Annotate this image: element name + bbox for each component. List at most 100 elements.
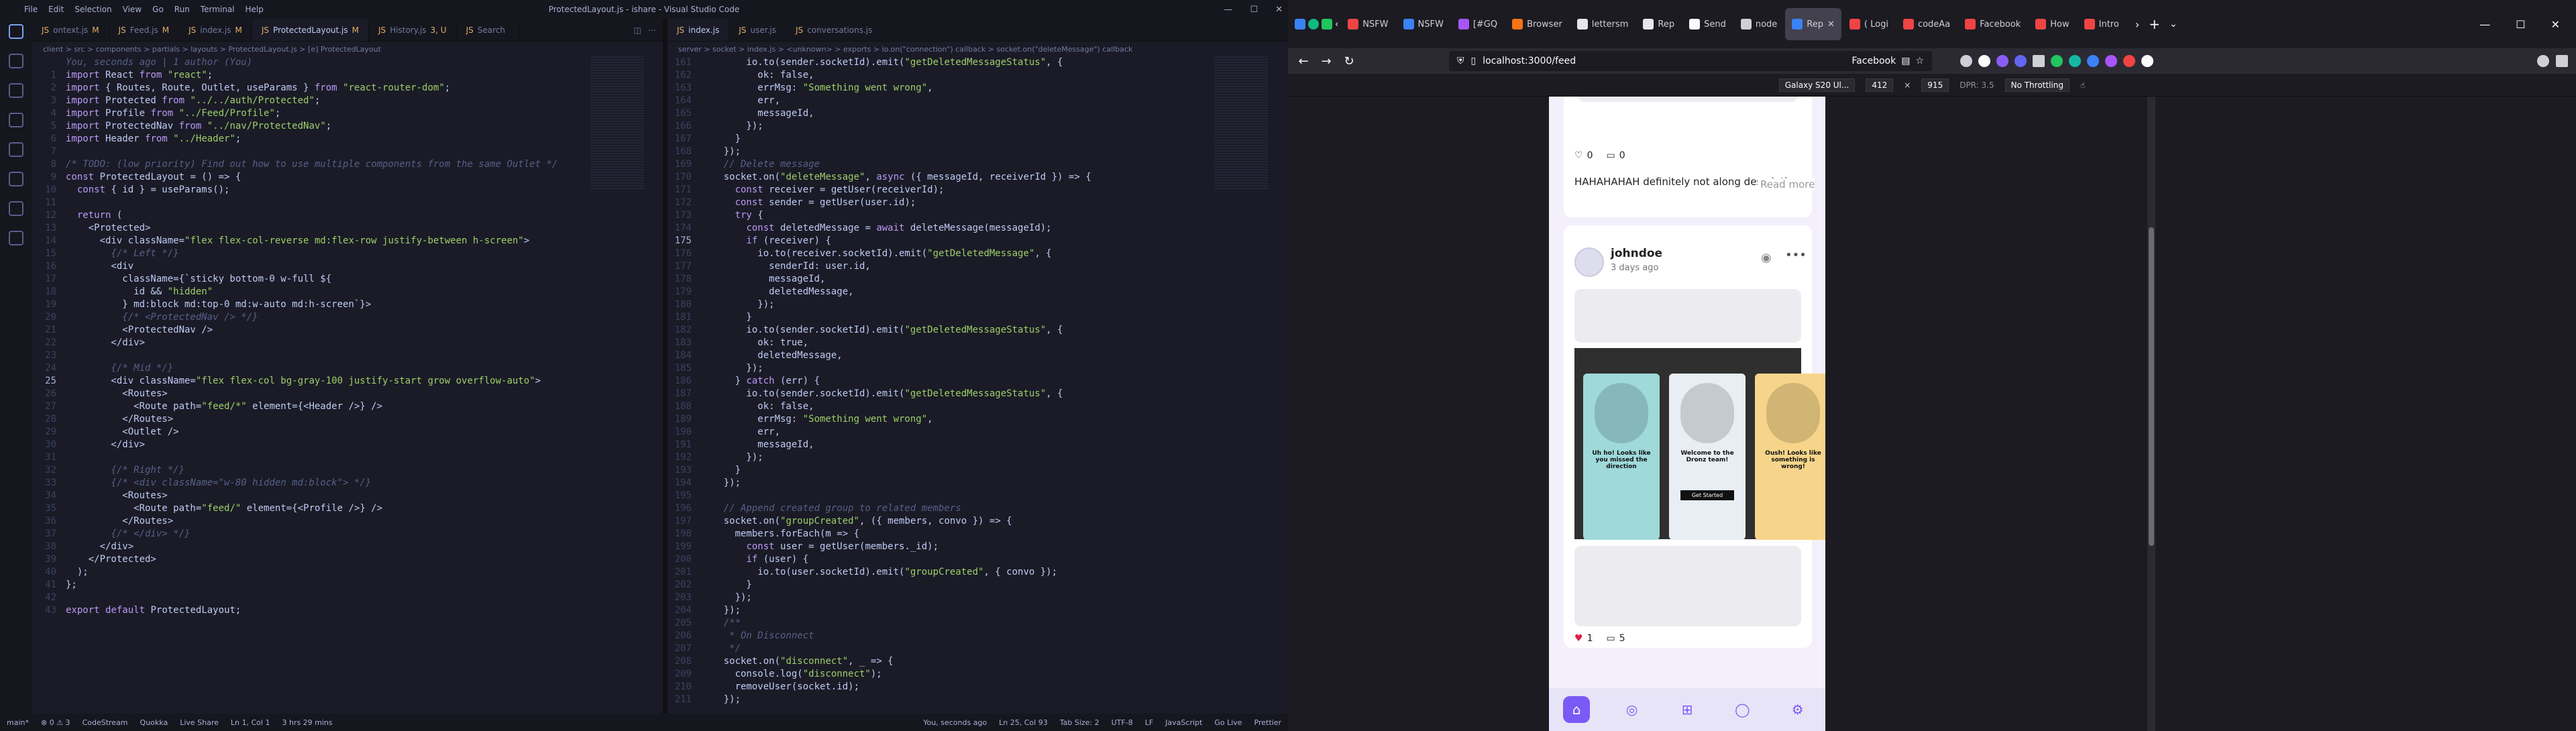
code-line[interactable]: 182 io.to(sender.socketId).emit("getDele… <box>667 324 1288 337</box>
menu-item-edit[interactable]: Edit <box>48 5 64 14</box>
tab-close-icon[interactable]: ✕ <box>1827 19 1835 30</box>
browser-tab[interactable]: [#GQ <box>1452 8 1504 40</box>
status-item[interactable]: Go Live <box>1214 718 1242 727</box>
code-line[interactable]: 197 socket.on("groupCreated", ({ members… <box>667 515 1288 528</box>
code-line[interactable]: 202 } <box>667 579 1288 592</box>
url-bar[interactable]: ⛨ ▯ localhost:3000/feed Facebook ▤ ☆ <box>1449 51 1932 71</box>
code-line[interactable]: 27 <Route path="feed/*" element={<Header… <box>32 400 663 413</box>
comment-button[interactable]: ▭ 5 <box>1606 633 1625 644</box>
split-editor-icon[interactable]: ◫ <box>634 25 641 35</box>
code-line[interactable]: 11 <box>32 196 663 209</box>
status-item[interactable]: ⊗ 0 ⚠ 3 <box>41 718 70 727</box>
close-icon[interactable]: ✕ <box>2551 18 2560 31</box>
device-scrollbar-thumb[interactable] <box>2149 227 2154 546</box>
code-line[interactable]: 184 deletedMessage, <box>667 349 1288 362</box>
extensions-icon[interactable] <box>9 142 23 157</box>
app-menu-icon[interactable] <box>2556 55 2568 67</box>
code-line[interactable]: 34 <Routes> <box>32 490 663 502</box>
browser-tab[interactable]: NSFW <box>1341 8 1395 40</box>
browser-tab[interactable]: NSFW <box>1397 8 1450 40</box>
status-item[interactable]: Ln 1, Col 1 <box>231 718 270 727</box>
status-item[interactable]: UTF-8 <box>1112 718 1133 727</box>
code-line[interactable]: 18 id && "hidden" <box>32 286 663 298</box>
shield-icon[interactable]: ⛨ <box>1457 56 1464 66</box>
home-icon[interactable]: ⌂ <box>1563 696 1591 723</box>
code-line[interactable]: 205 /** <box>667 617 1288 630</box>
browser-tab[interactable]: How <box>2029 8 2076 40</box>
grid-ext-icon[interactable] <box>2033 55 2045 67</box>
status-item[interactable]: LF <box>1145 718 1153 727</box>
new-tab-icon[interactable]: + <box>2149 16 2160 32</box>
browser-tab[interactable]: ( Logi <box>1843 8 1895 40</box>
status-item[interactable]: Quokka <box>140 718 168 727</box>
code-line[interactable]: 189 errMsg: "Something went wrong", <box>667 413 1288 426</box>
more-options-icon[interactable]: ••• <box>1785 248 1807 262</box>
theme-icon[interactable] <box>1996 55 2008 67</box>
post-username[interactable]: johndoe <box>1611 247 1662 260</box>
maximize-icon[interactable]: ☐ <box>1250 5 1258 15</box>
status-item[interactable]: 3 hrs 29 mins <box>282 718 332 727</box>
browser-tab[interactable]: Rep ✕ <box>1785 8 1841 40</box>
code-line[interactable]: 23 <box>32 349 663 362</box>
read-more-link[interactable]: Read more <box>1758 178 1815 190</box>
code-line[interactable]: 211 }); <box>667 693 1288 706</box>
code-line[interactable]: 187 io.to(sender.socketId).emit("getDele… <box>667 388 1288 400</box>
code-line[interactable]: 39 </Protected> <box>32 553 663 566</box>
code-line[interactable]: 22 </div> <box>32 337 663 349</box>
code-line[interactable]: 1 import React from "react"; <box>32 69 663 82</box>
code-line[interactable]: 183 ok: true, <box>667 337 1288 349</box>
viewport-width-input[interactable]: 412 <box>1866 78 1894 92</box>
status-item[interactable]: main* <box>7 718 29 727</box>
like-button[interactable]: ♡ 0 <box>1574 150 1593 161</box>
code-line[interactable]: 200 if (user) { <box>667 553 1288 566</box>
browser-tab[interactable]: Rep <box>1636 8 1681 40</box>
explorer-icon[interactable] <box>9 24 23 39</box>
code-line[interactable]: 24 {/* Mid */} <box>32 362 663 375</box>
code-line[interactable]: You, seconds ago | 1 author (You) <box>32 56 663 69</box>
code-line[interactable]: 43 export default ProtectedLayout; <box>32 604 663 617</box>
code-line[interactable]: 188 ok: false, <box>667 400 1288 413</box>
right-code-editor[interactable]: 161 io.to(sender.socketId).emit("getDele… <box>667 56 1288 711</box>
url-text[interactable]: localhost:3000/feed <box>1483 56 1576 66</box>
browser-tab[interactable]: lettersm <box>1570 8 1635 40</box>
code-line[interactable]: 10 const { id } = useParams(); <box>32 184 663 196</box>
code-line[interactable]: 25 <div className="flex flex-col bg-gray… <box>32 375 663 388</box>
editor-split-divider[interactable] <box>663 19 667 714</box>
settings-icon[interactable]: ⚙ <box>1784 696 1811 723</box>
status-item[interactable]: JavaScript <box>1165 718 1202 727</box>
reload-icon[interactable]: ↻ <box>1338 54 1360 68</box>
status-item[interactable]: CodeStream <box>83 718 128 727</box>
refresh-ext-icon[interactable] <box>2051 55 2063 67</box>
browser-tab[interactable]: node <box>1734 8 1784 40</box>
code-line[interactable]: 41}; <box>32 579 663 592</box>
code-line[interactable]: 172 const sender = getUser(user.id); <box>667 196 1288 209</box>
browser-tab[interactable]: codeAa <box>1896 8 1957 40</box>
code-line[interactable]: 181 } <box>667 311 1288 324</box>
maximize-icon[interactable]: ☐ <box>2516 18 2525 31</box>
translate-ext-icon[interactable] <box>2087 55 2099 67</box>
code-line[interactable]: 28 </Routes> <box>32 413 663 426</box>
editor-tab[interactable]: JS index.js <box>667 19 730 41</box>
code-line[interactable]: 171 const receiver = getUser(receiverId)… <box>667 184 1288 196</box>
code-line[interactable]: 179 deletedMessage, <box>667 286 1288 298</box>
code-line[interactable]: 185 }); <box>667 362 1288 375</box>
code-line[interactable]: 177 senderId: user.id, <box>667 260 1288 273</box>
extensions-menu-icon[interactable] <box>2537 55 2549 67</box>
code-line[interactable]: 33 {/* <div className="w-80 hidden md:bl… <box>32 477 663 490</box>
left-breadcrumb[interactable]: client > src > components > partials > l… <box>32 42 663 56</box>
code-line[interactable]: 31 <box>32 451 663 464</box>
code-line[interactable]: 169 // Delete message <box>667 158 1288 171</box>
code-line[interactable]: 180 }); <box>667 298 1288 311</box>
code-line[interactable]: 17 className={`sticky bottom-0 w-full ${ <box>32 273 663 286</box>
viewport-height-input[interactable]: 915 <box>1921 78 1949 92</box>
right-breadcrumb[interactable]: server > socket > index.js > <unknown> >… <box>667 42 1288 56</box>
device-selector[interactable]: Galaxy S20 Ul... <box>1778 78 1856 92</box>
code-line[interactable]: 5 import ProtectedNav from "../nav/Protec… <box>32 120 663 133</box>
bookmark-folder-label[interactable]: Facebook <box>1851 56 1896 66</box>
back-icon[interactable]: ← <box>1292 54 1315 68</box>
code-line[interactable]: 210 removeUser(socket.id); <box>667 681 1288 693</box>
code-line[interactable]: 29 <Outlet /> <box>32 426 663 439</box>
pocket-icon[interactable] <box>1960 55 1972 67</box>
google-ext-icon[interactable] <box>2069 55 2081 67</box>
code-line[interactable]: 38 </div> <box>32 541 663 553</box>
